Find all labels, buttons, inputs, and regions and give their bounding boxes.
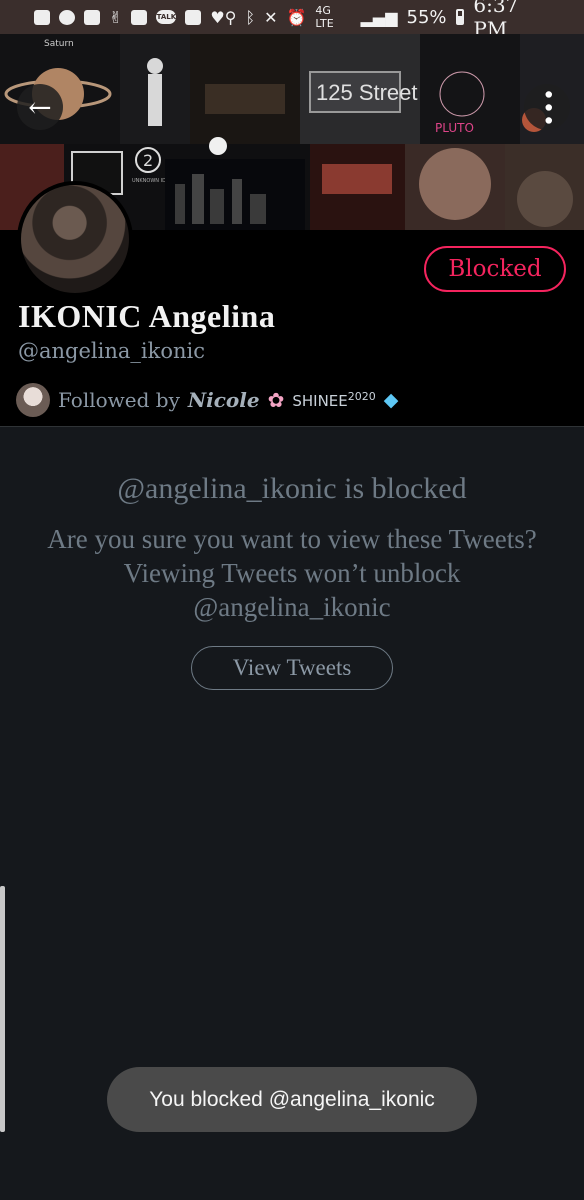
message-icon — [34, 9, 50, 25]
signal-icon: ▂▄▆ — [360, 7, 398, 27]
follower-avatar — [16, 383, 50, 417]
divider — [0, 426, 584, 427]
snapchat-icon — [59, 9, 75, 25]
photo-icon — [131, 9, 148, 25]
followed-by-row[interactable]: Followed by Nicole ✿ SHINEE2020 ◆ — [16, 383, 398, 417]
location-icon: ⚲ — [224, 7, 237, 27]
notification-icons: ✌ TALK ♥ — [34, 8, 225, 27]
more-options-button[interactable]: ••• — [524, 84, 570, 130]
banner-text-pluto: PLUTO — [435, 121, 474, 135]
user-handle: @angelina_ikonic — [18, 339, 205, 363]
view-tweets-button[interactable]: View Tweets — [191, 646, 393, 690]
talk-icon: TALK — [156, 10, 177, 24]
arrow-left-icon: ← — [28, 90, 52, 124]
youtube-icon — [84, 9, 100, 25]
follower-name-extra: SHINEE2020 — [292, 390, 376, 410]
vertical-dots-icon: ••• — [534, 87, 560, 127]
battery-icon — [455, 9, 465, 25]
battery-percent: 55% — [406, 6, 447, 28]
heart-icon: ♥ — [210, 7, 225, 27]
back-button[interactable]: ← — [17, 84, 63, 130]
banner-text-saturn: Saturn — [44, 39, 74, 49]
mute-icon: ✕ — [264, 7, 278, 27]
scrollbar[interactable] — [0, 886, 5, 1132]
profile-avatar[interactable] — [17, 181, 133, 297]
alarm-icon: ⏰ — [286, 7, 307, 27]
followed-by-label: Followed by — [58, 388, 180, 412]
blocked-title: @angelina_ikonic is blocked — [117, 472, 467, 505]
status-bar: ✌ TALK ♥ ⚲ ᛒ ✕ ⏰ 4G LTE ▂▄▆ 55% 6:37 PM — [0, 0, 584, 41]
display-name: IKONIC Angelina — [18, 298, 276, 334]
banner-text-two: 2 — [143, 151, 153, 170]
cherry-blossom-icon: ✿ — [267, 388, 285, 412]
gem-icon: ◆ — [383, 389, 399, 411]
blocked-button[interactable]: Blocked — [424, 246, 566, 292]
peace-hand-icon: ✌ — [109, 7, 123, 27]
toast-message: You blocked @angelina_ikonic — [107, 1067, 477, 1132]
network-label: 4G LTE — [315, 4, 334, 30]
banner-text-street: 125 Street — [316, 80, 418, 105]
bluetooth-icon: ᛒ — [245, 7, 256, 27]
follower-name: Nicole — [187, 388, 260, 412]
youtube-icon-2 — [185, 9, 202, 25]
blocked-message: Are you sure you want to view these Twee… — [47, 524, 537, 622]
